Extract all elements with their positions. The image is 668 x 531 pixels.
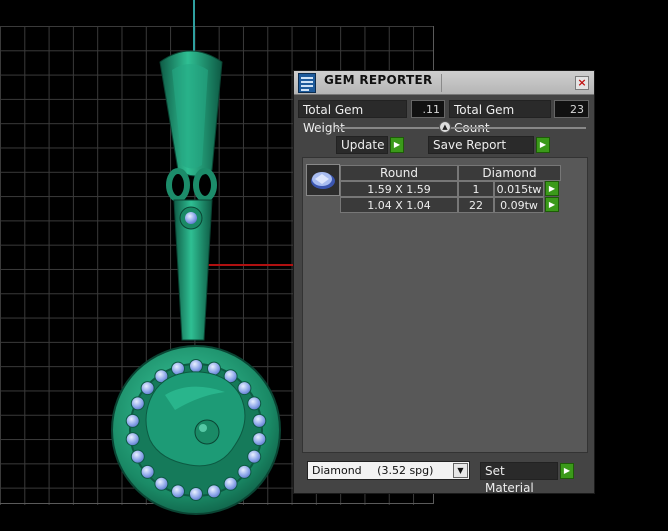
gem-reporter-icon bbox=[298, 73, 316, 93]
panel-splitter[interactable] bbox=[336, 127, 586, 129]
panel-title: GEM REPORTER bbox=[324, 73, 433, 87]
halo-gem bbox=[125, 432, 140, 447]
material-dropdown[interactable]: Diamond (3.52 spg) ▼ bbox=[307, 461, 470, 480]
halo-gem bbox=[252, 413, 267, 428]
halo-gem bbox=[140, 464, 155, 479]
round-gem-icon bbox=[306, 164, 340, 196]
halo-gem bbox=[125, 413, 140, 428]
set-material-go-arrow-icon[interactable]: ▶ bbox=[560, 463, 574, 479]
title-bar[interactable]: GEM REPORTER × bbox=[294, 71, 594, 95]
halo-gem bbox=[247, 396, 262, 411]
total-gem-count-label: Total Gem Count bbox=[449, 100, 551, 135]
halo-gem bbox=[237, 381, 252, 396]
jump-ring-left bbox=[166, 168, 190, 202]
halo-gem bbox=[130, 396, 145, 411]
row-2-weight: 0.09tw bbox=[494, 197, 544, 213]
row-2-count: 22 bbox=[458, 197, 494, 213]
report-area: Round Diamond 1.59 X 1.59 1 0.015tw ▶ 1.… bbox=[302, 157, 588, 453]
halo-gem bbox=[207, 484, 221, 499]
halo-gem bbox=[140, 381, 155, 396]
title-separator bbox=[441, 74, 442, 92]
row-1-go-arrow-icon[interactable]: ▶ bbox=[545, 181, 559, 196]
material-name: Diamond bbox=[312, 464, 362, 477]
update-button[interactable]: Update bbox=[336, 136, 388, 154]
close-icon[interactable]: × bbox=[575, 76, 589, 90]
material-density: (3.52 spg) bbox=[377, 464, 434, 477]
row-2-size: 1.04 X 1.04 bbox=[340, 197, 458, 213]
gem-reporter-panel: GEM REPORTER × Total Gem Weight .11 Tota… bbox=[293, 70, 595, 495]
row-2-go-arrow-icon[interactable]: ▶ bbox=[545, 197, 559, 212]
set-material-button[interactable]: Set Material bbox=[480, 462, 558, 495]
slider-knob-icon[interactable]: ▲ bbox=[439, 121, 451, 133]
total-gem-weight-label: Total Gem Weight bbox=[298, 100, 407, 135]
halo-gem bbox=[189, 359, 203, 373]
update-go-arrow-icon[interactable]: ▶ bbox=[390, 137, 404, 153]
row-1-count: 1 bbox=[458, 181, 494, 197]
dropdown-arrow-icon[interactable]: ▼ bbox=[453, 463, 468, 478]
halo-gem bbox=[223, 476, 238, 491]
halo-gem bbox=[130, 449, 145, 464]
halo-gem bbox=[252, 432, 267, 447]
total-gem-weight-value: .11 bbox=[411, 100, 445, 118]
halo-gem bbox=[189, 487, 203, 501]
material-header: Diamond bbox=[458, 165, 561, 181]
halo-gem bbox=[171, 484, 185, 499]
halo-gem bbox=[237, 464, 252, 479]
shape-header: Round bbox=[340, 165, 458, 181]
top-gem bbox=[185, 212, 197, 224]
total-gem-count-value: 23 bbox=[554, 100, 589, 118]
row-1-weight: 0.015tw bbox=[494, 181, 544, 197]
halo-gem bbox=[247, 449, 262, 464]
save-report-button[interactable]: Save Report bbox=[428, 136, 534, 154]
jump-ring-right bbox=[193, 168, 217, 202]
halo-gem bbox=[154, 476, 169, 491]
save-report-go-arrow-icon[interactable]: ▶ bbox=[536, 137, 550, 153]
row-1-size: 1.59 X 1.59 bbox=[340, 181, 458, 197]
